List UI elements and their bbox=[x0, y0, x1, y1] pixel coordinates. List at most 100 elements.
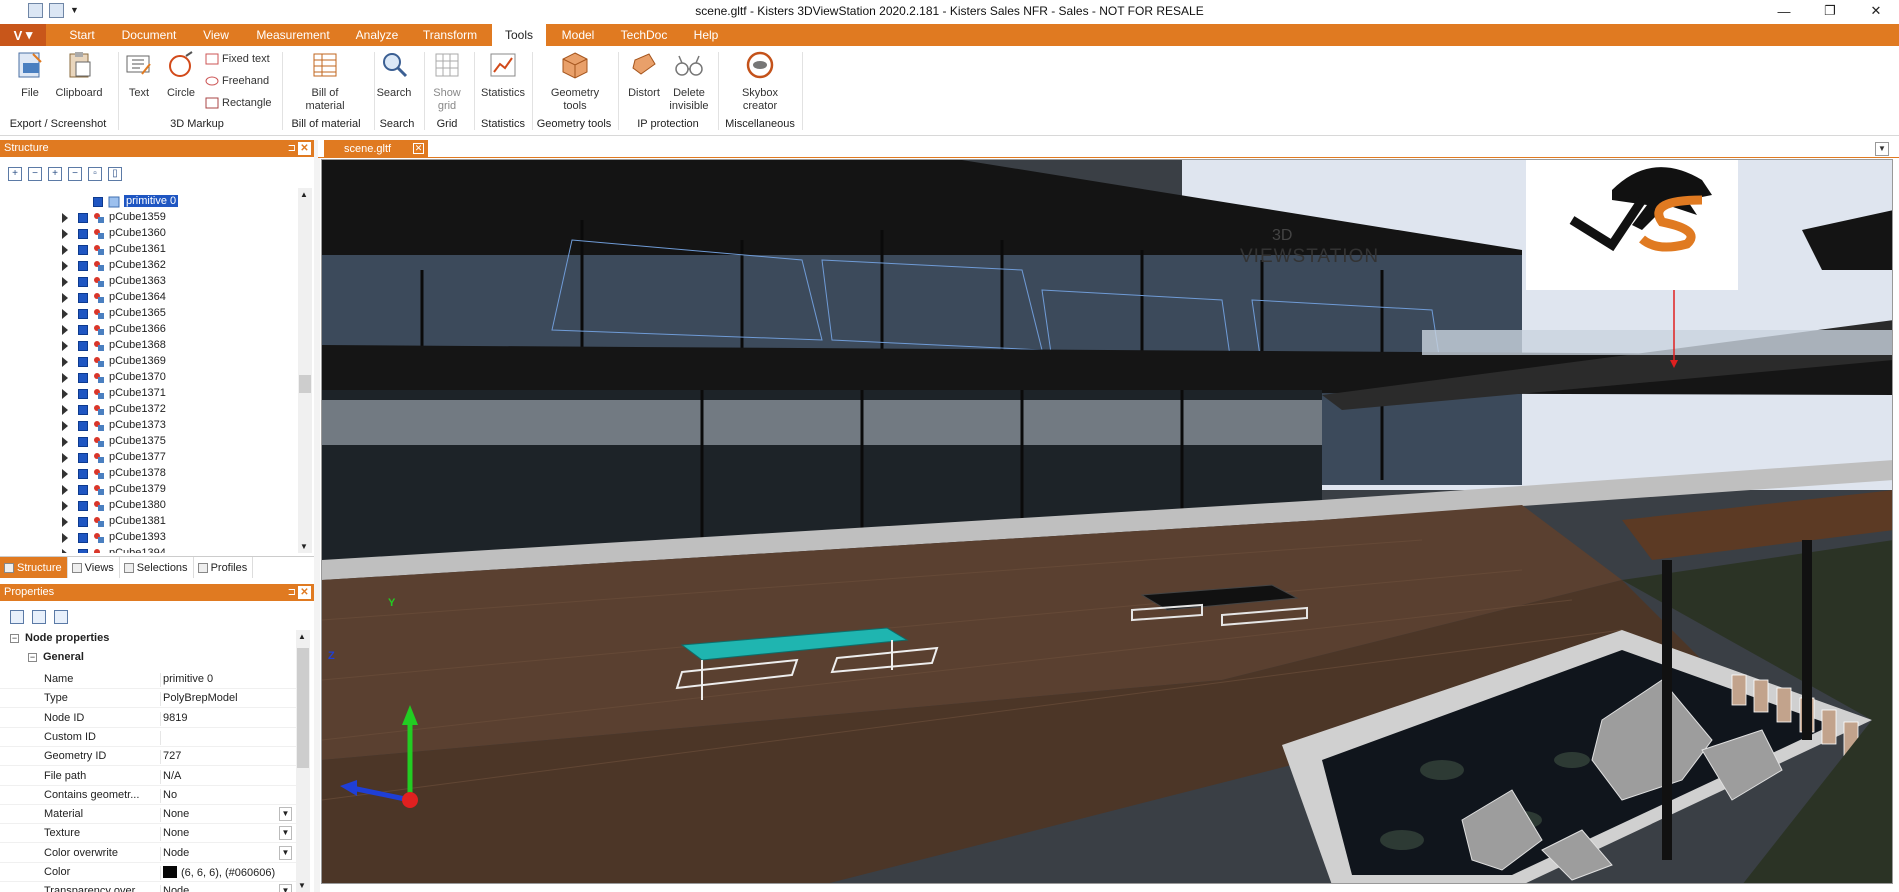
property-value[interactable]: (6, 6, 6), (#060606) bbox=[160, 866, 275, 880]
tree-row[interactable]: pCube1372 bbox=[0, 402, 298, 418]
properties-view-icon[interactable] bbox=[10, 610, 24, 624]
visibility-checkbox[interactable] bbox=[78, 309, 88, 319]
expand-arrow-icon[interactable] bbox=[62, 485, 68, 495]
tree-row[interactable]: pCube1368 bbox=[0, 338, 298, 354]
expand-arrow-icon[interactable] bbox=[62, 533, 68, 543]
expand-arrow-icon[interactable] bbox=[62, 437, 68, 447]
fixed-text-button[interactable]: Fixed text bbox=[205, 53, 270, 65]
visibility-checkbox[interactable] bbox=[78, 245, 88, 255]
tree-row[interactable]: pCube1379 bbox=[0, 482, 298, 498]
property-row[interactable]: Texture None ▼ bbox=[0, 824, 296, 844]
property-row[interactable]: Node ID 9819 bbox=[0, 709, 296, 728]
tree-row[interactable]: pCube1366 bbox=[0, 322, 298, 338]
expand-arrow-icon[interactable] bbox=[62, 309, 68, 319]
tree-row[interactable]: pCube1369 bbox=[0, 354, 298, 370]
tree-row[interactable]: pCube1364 bbox=[0, 290, 298, 306]
expand-all-icon[interactable]: + bbox=[8, 167, 22, 181]
tree-row[interactable]: pCube1371 bbox=[0, 386, 298, 402]
tree-row[interactable]: pCube1393 bbox=[0, 530, 298, 546]
tab-tools[interactable]: Tools bbox=[492, 24, 546, 46]
visibility-checkbox[interactable] bbox=[78, 469, 88, 479]
expand-arrow-icon[interactable] bbox=[62, 469, 68, 479]
tab-analyze[interactable]: Analyze bbox=[350, 24, 404, 46]
close-document-icon[interactable]: ✕ bbox=[413, 143, 424, 154]
3d-viewport[interactable]: 3D VIEWSTATION Y Z bbox=[321, 159, 1893, 884]
expand-arrow-icon[interactable] bbox=[62, 453, 68, 463]
minimize-button[interactable]: — bbox=[1761, 0, 1807, 22]
property-value[interactable]: Node bbox=[160, 885, 189, 892]
tree-filter-icon[interactable]: ▯ bbox=[108, 167, 122, 181]
tree-row[interactable]: pCube1359 bbox=[0, 210, 298, 226]
pin-icon[interactable]: ⊐ bbox=[288, 140, 296, 157]
file-button[interactable]: File bbox=[10, 50, 50, 100]
dropdown-arrow-icon[interactable]: ▼ bbox=[279, 807, 292, 822]
property-row[interactable]: Material None ▼ bbox=[0, 805, 296, 825]
tab-structure[interactable]: Structure bbox=[0, 557, 68, 578]
tab-view[interactable]: View bbox=[196, 24, 236, 46]
property-row[interactable]: Geometry ID 727 bbox=[0, 747, 296, 767]
expand-arrow-icon[interactable] bbox=[62, 517, 68, 527]
property-value[interactable] bbox=[160, 730, 163, 745]
scroll-up-icon[interactable]: ▲ bbox=[300, 190, 308, 199]
freehand-button[interactable]: Freehand bbox=[205, 75, 269, 87]
visibility-checkbox[interactable] bbox=[78, 357, 88, 367]
tab-help[interactable]: Help bbox=[686, 24, 726, 46]
tree-row[interactable]: pCube1361 bbox=[0, 242, 298, 258]
visibility-checkbox[interactable] bbox=[78, 373, 88, 383]
property-value[interactable]: primitive 0 bbox=[160, 673, 213, 687]
close-button[interactable]: ✕ bbox=[1853, 0, 1899, 22]
visibility-checkbox[interactable] bbox=[93, 197, 103, 207]
expand-arrow-icon[interactable] bbox=[62, 373, 68, 383]
scroll-thumb[interactable] bbox=[297, 648, 309, 768]
text-markup-button[interactable]: Text bbox=[124, 50, 154, 100]
visibility-checkbox[interactable] bbox=[78, 277, 88, 287]
rectangle-button[interactable]: Rectangle bbox=[205, 97, 272, 109]
tree-row-selected[interactable]: primitive 0 bbox=[0, 194, 298, 210]
restore-button[interactable]: ❐ bbox=[1807, 0, 1853, 22]
expand-arrow-icon[interactable] bbox=[62, 261, 68, 271]
expand-arrow-icon[interactable] bbox=[62, 293, 68, 303]
pin-icon[interactable]: ⊐ bbox=[288, 584, 296, 601]
tree-row[interactable]: pCube1360 bbox=[0, 226, 298, 242]
dropdown-arrow-icon[interactable]: ▼ bbox=[279, 845, 292, 860]
property-value[interactable]: PolyBrepModel bbox=[160, 692, 238, 707]
search-button[interactable]: Search bbox=[375, 50, 413, 100]
tree-row[interactable]: pCube1370 bbox=[0, 370, 298, 386]
panel-splitter[interactable] bbox=[314, 140, 320, 892]
visibility-checkbox[interactable] bbox=[78, 533, 88, 543]
expand-arrow-icon[interactable] bbox=[62, 341, 68, 351]
expand-arrow-icon[interactable] bbox=[62, 325, 68, 335]
property-value[interactable]: N/A bbox=[160, 769, 181, 784]
visibility-checkbox[interactable] bbox=[78, 453, 88, 463]
tree-row[interactable]: pCube1394 bbox=[0, 546, 298, 553]
tab-transform[interactable]: Transform bbox=[418, 24, 482, 46]
tab-measurement[interactable]: Measurement bbox=[252, 24, 334, 46]
tab-views[interactable]: Views bbox=[68, 557, 120, 578]
node-properties-section[interactable]: − Node properties bbox=[10, 632, 109, 644]
property-row[interactable]: File path N/A bbox=[0, 767, 296, 786]
visibility-checkbox[interactable] bbox=[78, 261, 88, 271]
bill-of-material-button[interactable]: Bill of material bbox=[300, 50, 350, 113]
document-list-dropdown-icon[interactable]: ▼ bbox=[1875, 142, 1889, 156]
visibility-checkbox[interactable] bbox=[78, 229, 88, 239]
visibility-checkbox[interactable] bbox=[78, 437, 88, 447]
circle-markup-button[interactable]: Circle bbox=[164, 50, 198, 100]
tab-document[interactable]: Document bbox=[114, 24, 184, 46]
tab-model[interactable]: Model bbox=[556, 24, 600, 46]
expand-arrow-icon[interactable] bbox=[62, 357, 68, 367]
close-panel-button[interactable]: ✕ bbox=[298, 586, 311, 599]
dropdown-arrow-icon[interactable]: ▼ bbox=[279, 826, 292, 841]
property-row[interactable]: Color (6, 6, 6), (#060606) bbox=[0, 863, 296, 882]
tab-profiles[interactable]: Profiles bbox=[194, 557, 254, 578]
property-row[interactable]: Color overwrite Node ▼ bbox=[0, 844, 296, 863]
property-row[interactable]: Custom ID bbox=[0, 728, 296, 747]
app-menu-button[interactable]: V ▾ bbox=[0, 24, 46, 46]
expand-arrow-icon[interactable] bbox=[62, 405, 68, 415]
expand-arrow-icon[interactable] bbox=[62, 213, 68, 223]
expand-arrow-icon[interactable] bbox=[62, 229, 68, 239]
property-row[interactable]: Contains geometr... No bbox=[0, 786, 296, 805]
visibility-checkbox[interactable] bbox=[78, 293, 88, 303]
scroll-up-icon[interactable]: ▲ bbox=[298, 632, 306, 641]
tree-row[interactable]: pCube1380 bbox=[0, 498, 298, 514]
document-tab[interactable]: scene.gltf ✕ bbox=[324, 140, 428, 158]
